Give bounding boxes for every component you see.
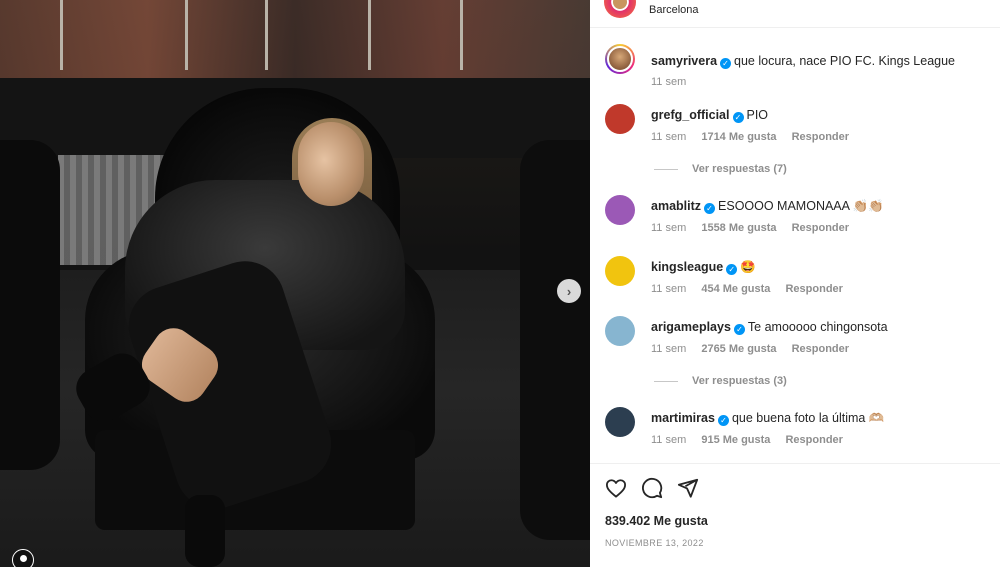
reply-button[interactable]: Responder	[792, 131, 849, 143]
comment-icon[interactable]	[640, 476, 664, 500]
verified-badge-icon: ✓	[732, 112, 744, 123]
verified-badge-icon: ✓	[726, 264, 738, 275]
view-replies-button[interactable]: Ver respuestas (3)	[654, 375, 787, 387]
divider	[590, 463, 1000, 464]
user-tag-icon[interactable]	[12, 549, 34, 567]
chevron-right-icon: ›	[566, 283, 572, 299]
avatar[interactable]	[605, 195, 635, 225]
avatar[interactable]	[605, 316, 635, 346]
comment-username[interactable]: amablitz	[651, 199, 701, 213]
comment-username[interactable]: martimiras	[651, 411, 715, 425]
comment-likes[interactable]: 2765 Me gusta	[701, 343, 776, 355]
railing	[265, 0, 268, 70]
comments-list: samyrivera ✓ que locura, nace PIO FC. King…	[590, 40, 1000, 460]
avatar[interactable]	[605, 44, 635, 74]
post-photo[interactable]: ›	[0, 0, 590, 567]
comment-text: Te amooooo chingonsota	[747, 320, 888, 334]
post-actions	[604, 476, 700, 500]
verified-badge-icon: ✓	[733, 324, 745, 335]
post-header: Barcelona	[590, 0, 1000, 28]
verified-badge-icon: ✓	[720, 58, 732, 69]
comment-time[interactable]: 11 sem	[651, 283, 686, 295]
reply-button[interactable]: Responder	[792, 222, 849, 234]
comment-text: 🤩	[740, 260, 756, 274]
comment-text: que buena foto la última 🫶🏼	[731, 411, 885, 425]
comment-username[interactable]: grefg_official	[651, 108, 730, 122]
caption-username[interactable]: samyrivera	[651, 54, 717, 68]
railing	[368, 0, 371, 70]
avatar[interactable]	[605, 407, 635, 437]
comment-text: ESOOOO MAMONAAA 👏🏼👏🏼	[718, 199, 884, 213]
post-likes-count[interactable]: 839.402 Me gusta	[605, 514, 708, 528]
reply-button[interactable]: Responder	[785, 283, 842, 295]
side-chair-right	[520, 140, 590, 540]
comment-text: PIO	[746, 108, 769, 122]
next-image-button[interactable]: ›	[557, 279, 581, 303]
author-avatar[interactable]	[604, 0, 636, 18]
comment-likes[interactable]: 915 Me gusta	[701, 434, 770, 446]
post-location[interactable]: Barcelona	[649, 4, 699, 16]
verified-badge-icon: ✓	[717, 415, 729, 426]
railing	[460, 0, 463, 70]
side-chair-left	[0, 140, 60, 470]
comment-likes[interactable]: 1558 Me gusta	[701, 222, 776, 234]
comment-likes[interactable]: 454 Me gusta	[701, 283, 770, 295]
person-head	[298, 122, 364, 206]
view-replies-button[interactable]: Ver respuestas (7)	[654, 163, 787, 175]
person-boot	[185, 495, 225, 567]
post-date[interactable]: NOVIEMBRE 13, 2022	[605, 538, 704, 548]
share-icon[interactable]	[676, 476, 700, 500]
post-side-panel: Barcelona samyrivera ✓ que locura, nace PI…	[590, 0, 1000, 567]
avatar[interactable]	[605, 104, 635, 134]
reply-button[interactable]: Responder	[792, 343, 849, 355]
avatar[interactable]	[605, 256, 635, 286]
railing	[60, 0, 63, 70]
reply-button[interactable]: Responder	[785, 434, 842, 446]
comment-time[interactable]: 11 sem	[651, 131, 686, 143]
comment-time[interactable]: 11 sem	[651, 434, 686, 446]
railing	[185, 0, 188, 70]
verified-badge-icon: ✓	[704, 203, 716, 214]
comment-likes[interactable]: 1714 Me gusta	[701, 131, 776, 143]
comment-time[interactable]: 11 sem	[651, 76, 686, 88]
heart-icon[interactable]	[604, 476, 628, 500]
comment-time[interactable]: 11 sem	[651, 222, 686, 234]
comment-username[interactable]: arigameplays	[651, 320, 731, 334]
theater-balcony	[0, 0, 590, 80]
comment-username[interactable]: kingsleague	[651, 260, 723, 274]
caption-text: que locura, nace PIO FC. Kings League	[734, 54, 955, 68]
comment-time[interactable]: 11 sem	[651, 343, 686, 355]
